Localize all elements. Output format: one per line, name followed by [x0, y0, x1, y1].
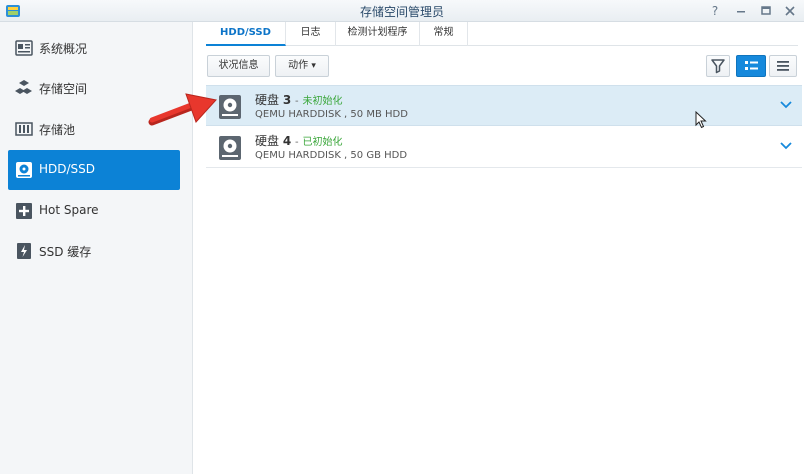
maximize-button[interactable]	[757, 2, 775, 20]
sidebar-item-label: SSD 缓存	[39, 245, 92, 259]
annotation-arrow-icon	[148, 93, 217, 126]
disk-model: QEMU HARDDISK , 50 GB HDD	[255, 150, 408, 161]
maximize-icon	[761, 6, 771, 15]
filter-button[interactable]	[706, 55, 730, 77]
sidebar: 系统概况 存储空间 存储池 HDD/SSD Hot Spare SSD 缓存	[0, 22, 193, 474]
tab-log[interactable]: 日志	[286, 22, 336, 46]
window-title: 存储空间管理员	[359, 5, 444, 19]
sidebar-item-ssd-cache[interactable]: SSD 缓存	[8, 231, 180, 271]
sidebar-item-label: 存储池	[39, 123, 76, 137]
disk-title: 硬盘 4 - 已初始化	[255, 132, 342, 149]
minimize-button[interactable]	[732, 2, 750, 20]
status-info-button[interactable]: 状况信息	[207, 55, 270, 77]
tab-general[interactable]: 常规	[420, 22, 468, 46]
tab-bar: HDD/SSD 日志 检测计划程序 常规	[206, 22, 798, 46]
close-icon	[785, 6, 795, 16]
disk-name: 硬盘	[255, 93, 280, 107]
sidebar-item-overview[interactable]: 系统概况	[8, 28, 180, 68]
disk-model: QEMU HARDDISK , 50 MB HDD	[255, 109, 408, 120]
close-button[interactable]	[781, 2, 799, 20]
overview-icon	[15, 40, 33, 56]
title-bar: 存储空间管理员 ?	[0, 0, 804, 22]
sidebar-item-hdd-ssd[interactable]: HDD/SSD	[8, 150, 180, 190]
volume-icon	[15, 80, 32, 94]
disk-number: 3	[282, 93, 292, 107]
disk-icon	[16, 162, 32, 178]
disk-separator: -	[295, 137, 299, 148]
sidebar-item-label: HDD/SSD	[39, 162, 96, 176]
sidebar-item-hot-spare[interactable]: Hot Spare	[8, 191, 180, 231]
action-label: 动作	[288, 60, 309, 71]
sidebar-item-label: Hot Spare	[39, 203, 99, 217]
hot-spare-icon	[16, 203, 32, 219]
help-button[interactable]: ?	[706, 2, 724, 20]
list-icon	[777, 61, 789, 71]
tab-test-scheduler[interactable]: 检测计划程序	[336, 22, 420, 46]
disk-status: 已初始化	[302, 137, 343, 148]
disk-row[interactable]: 硬盘 4 - 已初始化 QEMU HARDDISK , 50 GB HDD	[206, 127, 802, 168]
chevron-down-icon[interactable]	[780, 141, 792, 151]
detail-list-icon	[745, 61, 758, 70]
minimize-icon	[737, 11, 745, 13]
disk-row[interactable]: 硬盘 3 - 未初始化 QEMU HARDDISK , 50 MB HDD	[206, 85, 802, 126]
action-dropdown-button[interactable]: 动作 ▾	[275, 55, 329, 77]
compact-view-button[interactable]	[769, 55, 797, 77]
tab-hdd-ssd[interactable]: HDD/SSD	[206, 22, 286, 46]
detail-view-button[interactable]	[736, 55, 766, 77]
hard-disk-icon	[219, 95, 241, 119]
filter-icon	[711, 59, 725, 74]
mouse-cursor-icon	[695, 111, 707, 129]
ssd-cache-icon	[17, 243, 31, 259]
disk-status: 未初始化	[302, 96, 343, 107]
chevron-down-icon: ▾	[311, 61, 316, 71]
chevron-down-icon[interactable]	[780, 100, 792, 110]
sidebar-item-label: 系统概况	[39, 42, 88, 56]
hard-disk-icon	[219, 136, 241, 160]
storage-pool-icon	[15, 122, 33, 136]
disk-separator: -	[295, 96, 299, 107]
disk-name: 硬盘	[255, 134, 280, 148]
sidebar-item-label: 存储空间	[39, 82, 88, 96]
disk-number: 4	[282, 134, 292, 148]
disk-title: 硬盘 3 - 未初始化	[255, 91, 342, 108]
